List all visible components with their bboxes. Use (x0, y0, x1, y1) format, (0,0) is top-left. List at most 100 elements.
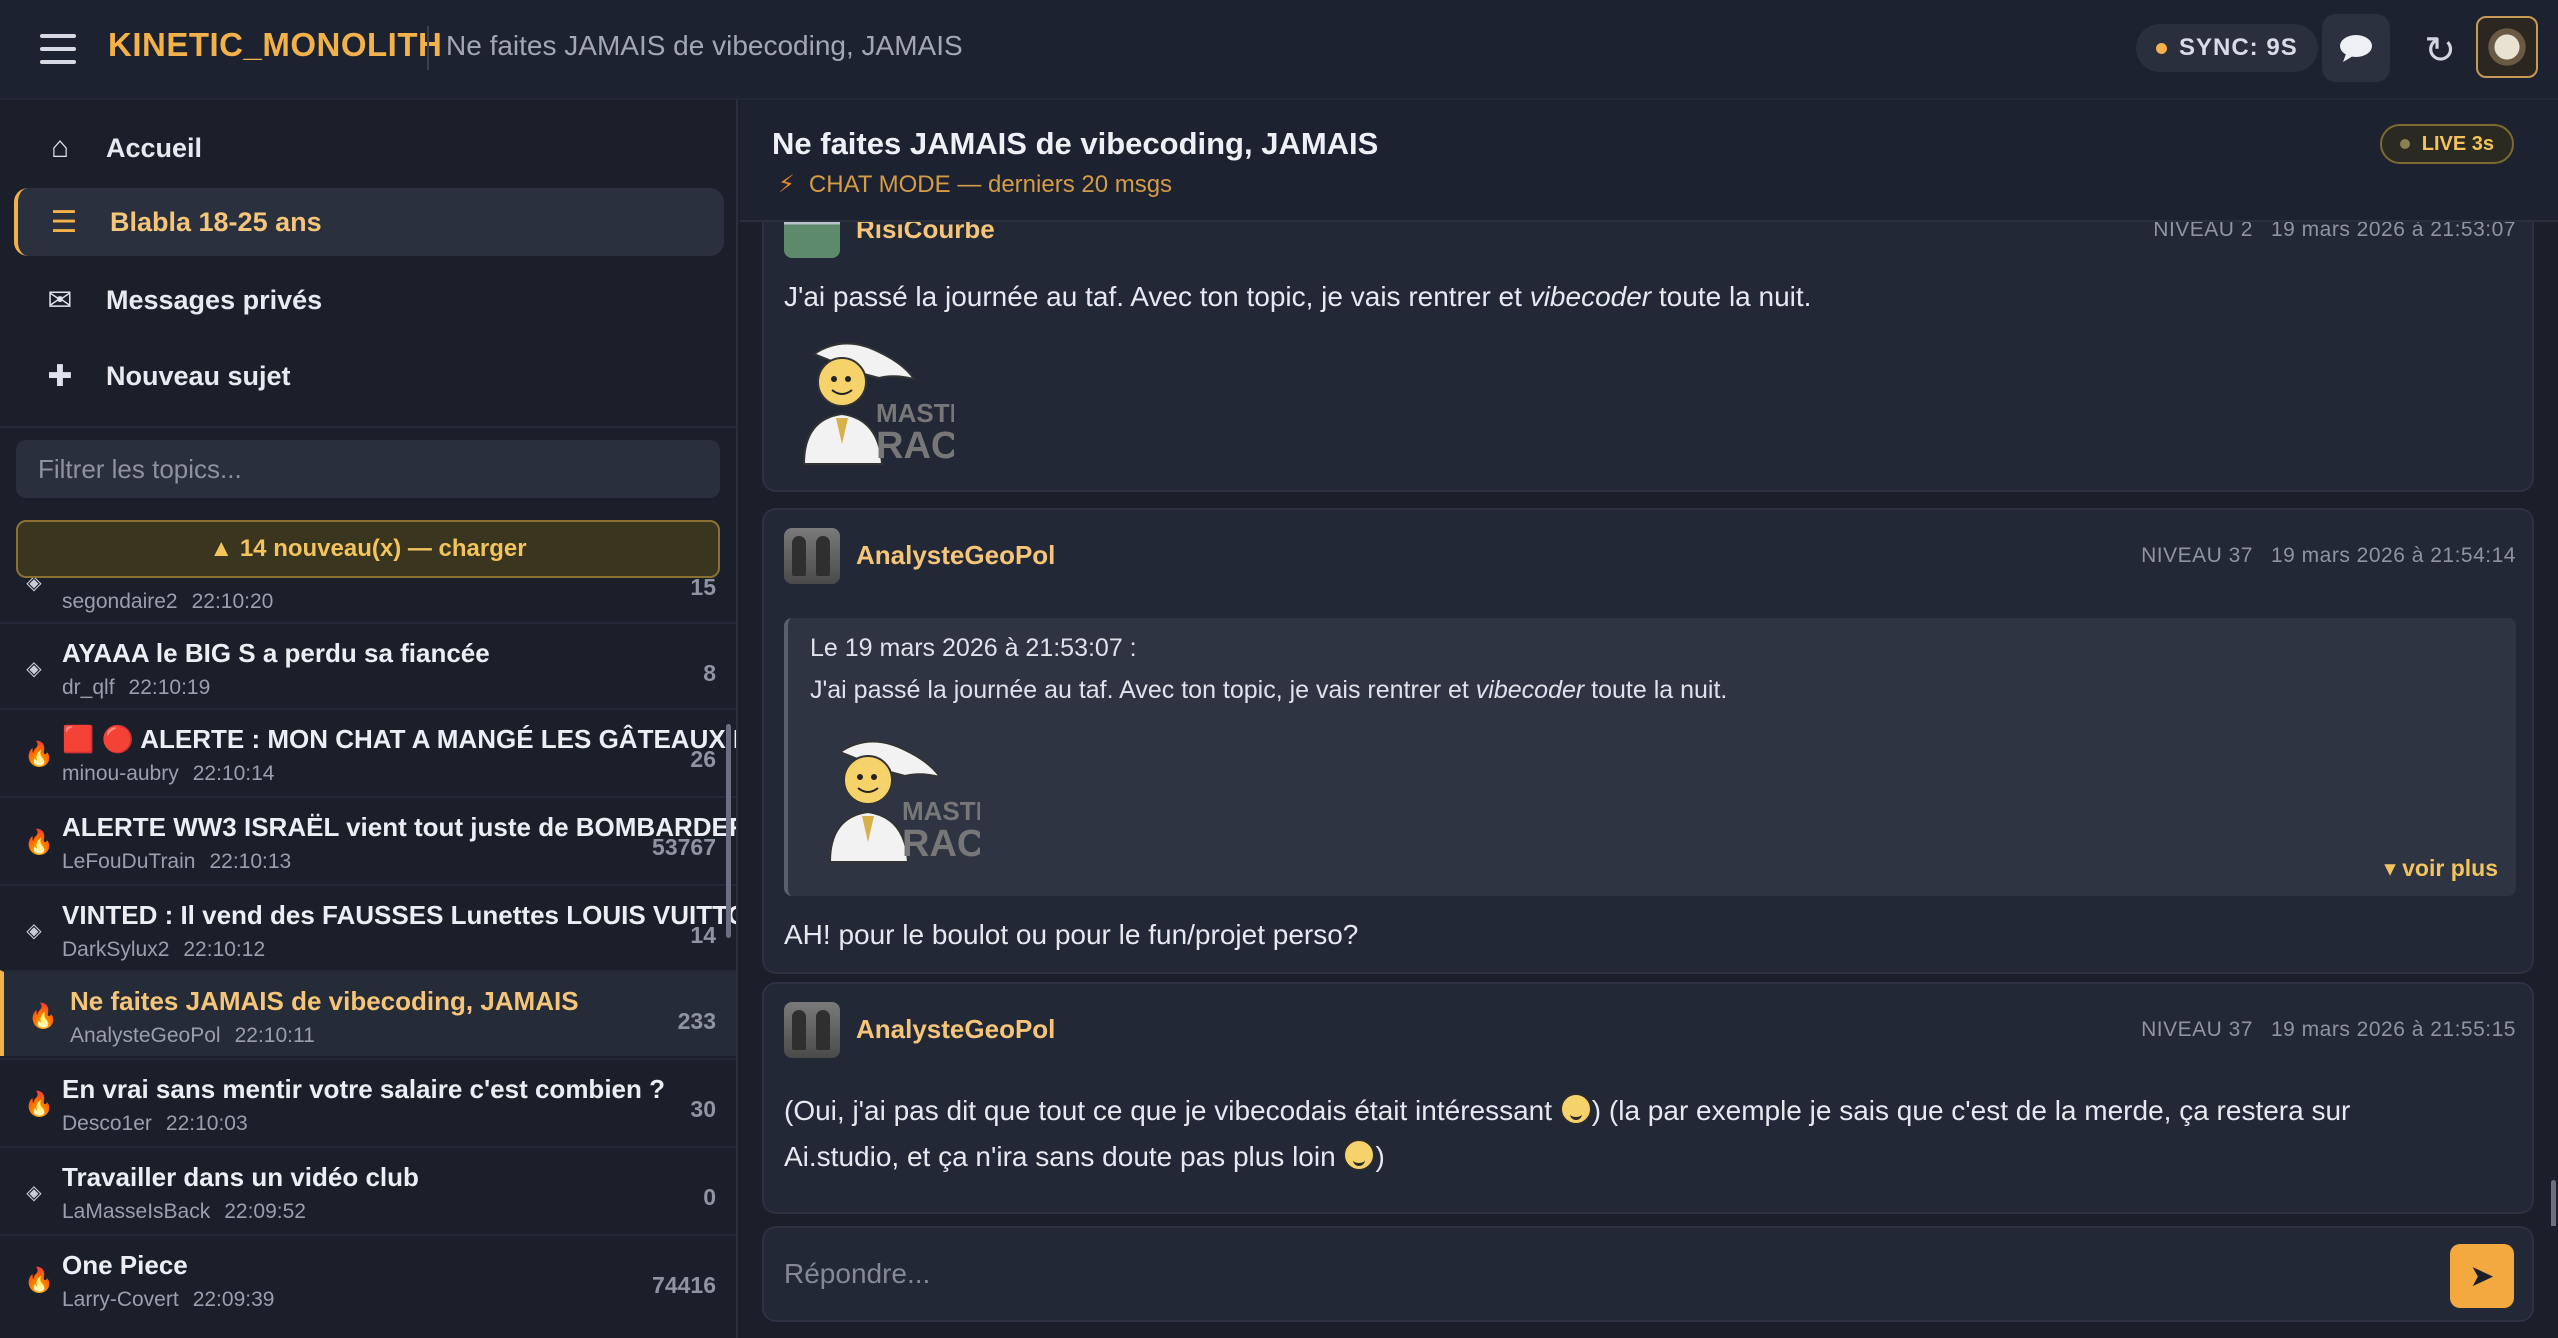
topic-title: Travailler dans un vidéo club (62, 1162, 419, 1192)
voir-plus-link[interactable]: ▾ voir plus (2384, 855, 2498, 882)
topic-row[interactable]: 🔥 One Piece Larry-Covert 22:09:39 74416 (0, 1234, 736, 1320)
topic-row[interactable]: 🔥 ALERTE WW3 ISRAËL vient tout juste de … (0, 796, 736, 882)
thread-title: Ne faites JAMAIS de vibecoding, JAMAIS (772, 126, 1379, 161)
divider (0, 426, 738, 428)
topic-meta: dr_qlf 22:10:19 (62, 676, 211, 699)
sidebar-item-label: Blabla 18-25 ans (110, 206, 322, 237)
send-icon: ➤ (2469, 1259, 2495, 1293)
message-header: AnalysteGeoPol NIVEAU 37 19 mars 2026 à 2… (784, 1002, 2516, 1058)
sidebar-item-nouveau-sujet[interactable]: ✚ Nouveau sujet (14, 342, 724, 410)
sync-status-badge: SYNC: 9S (2136, 24, 2318, 72)
topic-diamond-icon: ◈ (26, 1182, 42, 1204)
brand-logo[interactable]: KINETIC_MONOLITH (108, 26, 442, 64)
mail-icon: ✉ (47, 283, 73, 317)
avatar[interactable] (784, 222, 840, 258)
master-race-sticker[interactable]: MASTER RACE (810, 732, 980, 872)
topic-count: 15 (690, 578, 716, 600)
topic-row[interactable]: ◈ AYAAA le BIG S a perdu sa fiancée dr_q… (0, 622, 736, 708)
sidebar-item-blabla[interactable]: ☰ Blabla 18-25 ans (14, 188, 724, 256)
topic-row[interactable]: ◈ Travailler dans un vidéo club LaMasseI… (0, 1146, 736, 1232)
topic-count: 0 (703, 1184, 716, 1210)
sync-dot-icon (2156, 42, 2167, 54)
topic-title: VINTED : Il vend des FAUSSES Lunettes LO… (62, 900, 736, 930)
message-text: (Oui, j'ai pas dit que tout ce que je vi… (784, 1093, 2351, 1172)
message-author[interactable]: RisiCourbe (856, 222, 995, 245)
master-race-sticker[interactable]: MASTER RACE (784, 334, 954, 474)
sidebar-item-accueil[interactable]: ⌂ Accueil (14, 114, 724, 182)
topic-filter-input[interactable] (16, 440, 720, 498)
message-author[interactable]: AnalysteGeoPol (856, 1014, 1055, 1045)
plus-icon: ✚ (47, 359, 73, 393)
fire-icon: 🔥 (24, 829, 54, 856)
home-icon: ⌂ (50, 131, 70, 164)
sidebar-item-label: Accueil (106, 132, 203, 163)
fire-icon: 🔥 (24, 741, 54, 768)
feed-scrollbar[interactable] (2551, 1180, 2556, 1226)
menu-icon[interactable] (40, 34, 76, 64)
topic-meta: DarkSylux2 22:10:12 (62, 938, 266, 961)
breadcrumb: Ne faites JAMAIS de vibecoding, JAMAIS (446, 30, 963, 61)
message-meta: NIVEAU 37 19 mars 2026 à 21:54:14 (2141, 544, 2516, 567)
message-card: RisiCourbe NIVEAU 2 19 mars 2026 à 21:53:… (762, 222, 2534, 492)
load-new-topics-button[interactable]: ▲ 14 nouveau(x) — charger (16, 520, 720, 578)
topic-row[interactable]: 🔥 🟥 🔴 ALERTE : MON CHAT A MANGÉ LES GÂTE… (0, 708, 736, 794)
quoted-message: Le 19 mars 2026 à 21:53:07 : J'ai passé … (784, 618, 2516, 896)
avatar[interactable] (784, 1002, 840, 1058)
sidebar-item-messages[interactable]: ✉ Messages privés (14, 266, 724, 334)
topic-diamond-icon: ◈ (26, 578, 42, 594)
list-icon: ☰ (50, 205, 78, 239)
header-divider (427, 26, 429, 70)
topic-meta: minou-aubry 22:10:14 (62, 762, 275, 785)
topic-list-scrollbar[interactable] (726, 724, 731, 938)
refresh-icon[interactable]: ↻ (2412, 22, 2468, 78)
topic-count: 53767 (652, 834, 716, 860)
topic-count: 74416 (652, 1272, 716, 1298)
svg-text:RACE: RACE (902, 823, 980, 865)
fire-icon: 🔥 (24, 1267, 54, 1294)
message-card: AnalysteGeoPol NIVEAU 37 19 mars 2026 à 2… (762, 982, 2534, 1214)
topic-title: 🟥 🔴 ALERTE : MON CHAT A MANGÉ LES GÂTEAU… (62, 724, 736, 754)
topic-meta: AnalysteGeoPol 22:10:11 (70, 1024, 315, 1047)
user-avatar[interactable] (2476, 16, 2538, 78)
topic-meta: LaMasseIsBack 22:09:52 (62, 1200, 306, 1223)
topic-row[interactable]: 🔥 En vrai sans mentir votre salaire c'es… (0, 1058, 736, 1144)
quote-header: Le 19 mars 2026 à 21:53:07 : (810, 634, 1137, 662)
topic-row[interactable]: ◈ VINTED : Il vend des FAUSSES Lunettes … (0, 884, 736, 970)
svg-text:MASTER: MASTER (902, 796, 980, 826)
chat-bubble-icon (2340, 35, 2372, 62)
svg-text:RACE: RACE (876, 425, 954, 467)
topic-count: 233 (677, 1008, 716, 1034)
thread-panel: Ne faites JAMAIS de vibecoding, JAMAIS ⚡… (740, 100, 2558, 1338)
topic-meta: segondaire2 22:10:20 (62, 590, 274, 613)
chat-toggle-button[interactable] (2322, 14, 2390, 82)
topic-title: One Piece (62, 1250, 188, 1280)
reply-input[interactable] (784, 1248, 2384, 1300)
topic-title: AYAAA le BIG S a perdu sa fiancée (62, 638, 490, 668)
svg-text:MASTER: MASTER (876, 398, 954, 428)
message-meta: NIVEAU 37 19 mars 2026 à 21:55:15 (2141, 1018, 2516, 1041)
app-root: KINETIC_MONOLITH Ne faites JAMAIS de vib… (0, 0, 2558, 1338)
sync-label: SYNC: 9S (2179, 34, 2298, 61)
topic-meta: Larry-Covert 22:09:39 (62, 1288, 275, 1311)
topic-count: 30 (690, 1096, 716, 1122)
avatar[interactable] (784, 528, 840, 584)
fire-icon: 🔥 (28, 1003, 58, 1030)
sidebar-item-label: Nouveau sujet (106, 360, 291, 391)
topic-count: 26 (690, 746, 716, 772)
topic-title: En vrai sans mentir votre salaire c'est … (62, 1074, 665, 1104)
smiley-icon (1343, 1139, 1376, 1171)
send-button[interactable]: ➤ (2450, 1244, 2514, 1308)
message-header: AnalysteGeoPol NIVEAU 37 19 mars 2026 à 2… (784, 528, 2516, 584)
topic-row[interactable]: ◈ segondaire2 22:10:20 15 (0, 578, 736, 622)
top-bar: KINETIC_MONOLITH Ne faites JAMAIS de vib… (0, 0, 2558, 100)
message-meta: NIVEAU 2 19 mars 2026 à 21:53:07 (2153, 222, 2516, 241)
message-author[interactable]: AnalysteGeoPol (856, 540, 1055, 571)
live-badge: LIVE 3s (2379, 124, 2514, 164)
message-card: AnalysteGeoPol NIVEAU 37 19 mars 2026 à 2… (762, 508, 2534, 974)
thread-header: Ne faites JAMAIS de vibecoding, JAMAIS ⚡… (740, 100, 2558, 222)
topic-count: 14 (690, 922, 716, 948)
topic-list: ◈ segondaire2 22:10:20 15 ◈ AYAAA le BIG … (0, 578, 736, 1338)
smiley-icon (1559, 1093, 1592, 1125)
topic-row-selected[interactable]: 🔥 Ne faites JAMAIS de vibecoding, JAMAIS… (0, 970, 736, 1056)
topic-count: 8 (703, 660, 716, 686)
